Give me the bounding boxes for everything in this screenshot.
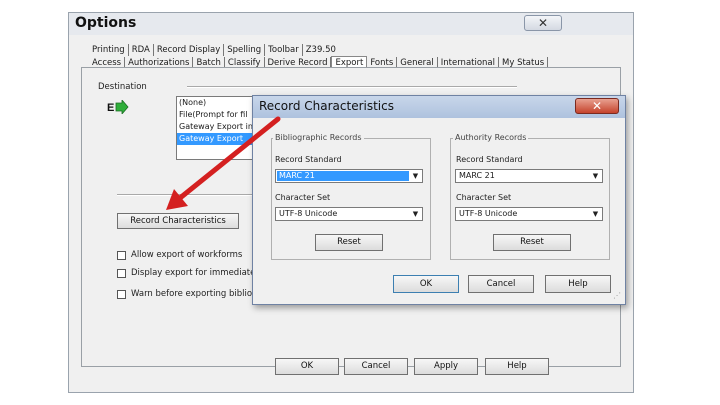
annotation-arrow bbox=[166, 116, 281, 210]
arrow-shaft bbox=[177, 116, 281, 201]
